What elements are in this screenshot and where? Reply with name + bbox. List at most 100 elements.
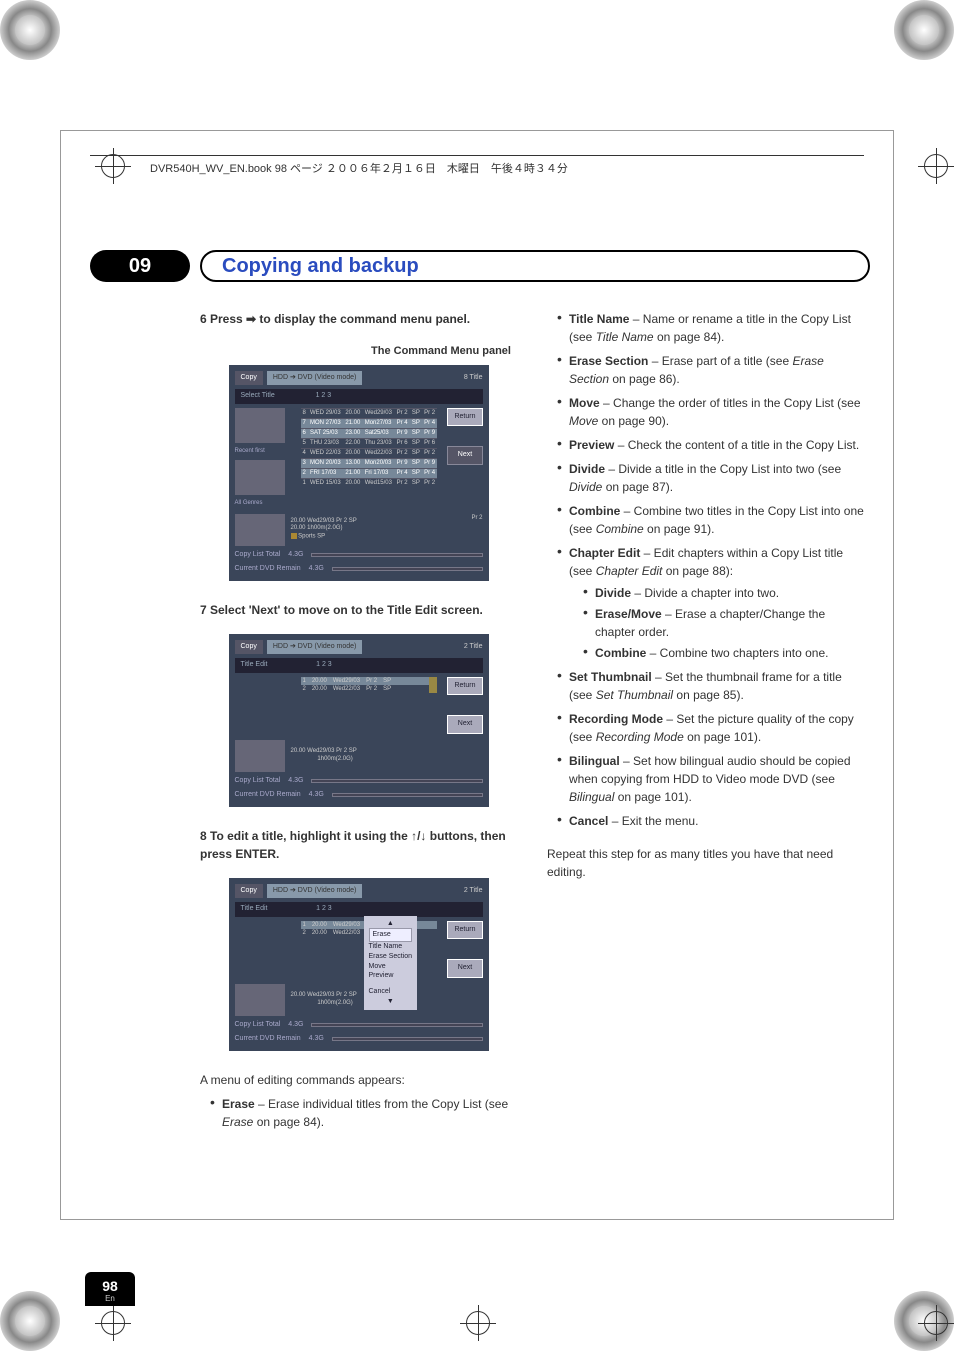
page-number: 98 En [85,1272,135,1306]
list-item: 220.00Wed22/03Pr 2SP [301,685,438,693]
return-button[interactable]: Return [447,677,482,696]
screenshot-title-edit: Copy HDD ➔ DVD (Video mode) 2 Title Titl… [229,634,489,807]
context-menu-item[interactable]: Move [369,962,413,972]
preview-thumbnail [235,984,285,1016]
dvd-remain-label: Current DVD Remain [235,1034,301,1045]
step-indicator: 1 2 3 [316,905,332,912]
titles-count: 2 Title [464,886,483,897]
footer-line: Sports SP [298,534,325,540]
screenshot-select-title: Copy HDD ➔ DVD (Video mode) 8 Title Sele… [229,365,489,581]
sub-list-item: Divide – Divide a chapter into two. [583,584,864,602]
preview-thumbnail [235,514,285,546]
preview-thumbnail [235,408,285,443]
list-item: Recording Mode – Set the picture quality… [557,710,864,746]
footer-line: 20.00 1h00m(2.0G) [291,525,357,533]
footer-duration: 1h00m(2.0G) [291,1000,357,1008]
sort-recent-first: Recent first [235,447,295,456]
footer-line: 20.00 Wed29/03 Pr 2 SP [291,518,357,526]
footer-line: 20.00 Wed29/03 Pr 2 SP [291,992,357,1000]
return-button[interactable]: Return [447,921,482,940]
titles-count: 2 Title [464,642,483,653]
next-button[interactable]: Next [447,959,482,978]
context-menu: ▲ Erase Title Name Erase Section Move Pr… [364,916,418,1010]
usage-meter [311,1023,482,1027]
left-column: 6 Press ➡ to display the command menu pa… [200,310,517,1137]
copy-tab: Copy [235,371,263,386]
usage-meter [311,779,482,783]
chapter-title-wrap: Copying and backup [200,250,870,282]
table-row: 7MON 27/0321.00Mon27/03Pr 4SPPr 4 [301,418,438,428]
copy-list-total-label: Copy List Total [235,550,281,561]
crop-mark [95,1305,131,1341]
preview-thumbnail [235,460,285,495]
step-indicator: 1 2 3 [316,661,332,668]
chapter-title: Copying and backup [222,255,419,278]
next-button[interactable]: Next [447,446,482,465]
breadcrumb-title-edit: Title Edit [241,905,268,912]
title-table: 8WED 29/0320.00Wed29/03Pr 2SPPr 2 7MON 2… [301,408,438,488]
chapter-number-badge: 09 [90,250,190,282]
mode-label: HDD ➔ DVD (Video mode) [267,640,363,655]
list-item: Move – Change the order of titles in the… [557,394,864,430]
list-item: Bilingual – Set how bilingual audio shou… [557,752,864,806]
step-indicator: 1 2 3 [316,392,332,399]
context-menu-item[interactable]: Erase Section [369,952,413,962]
sub-list-item: Erase/Move – Erase a chapter/Change the … [583,605,864,641]
list-item: Preview – Check the content of a title i… [557,436,864,454]
table-row: 3MON 20/0313.00Mon20/03Pr 9SPPr 9 [301,458,438,468]
table-row: 5THU 23/0322.00Thu 23/03Pr 6SPPr 6 [301,438,438,448]
copy-tab: Copy [235,640,263,655]
footer-pr: Pr 2 [471,514,482,523]
step-7-heading: 7 Select 'Next' to move on to the Title … [200,601,517,619]
list-item: Title Name – Name or rename a title in t… [557,310,864,346]
table-row: 8WED 29/0320.00Wed29/03Pr 2SPPr 2 [301,408,438,418]
context-menu-item[interactable]: Preview [369,971,413,981]
list-item: Erase Section – Erase part of a title (s… [557,352,864,388]
genre-icon [291,533,297,539]
titles-count: 8 Title [464,373,483,384]
list-item: Combine – Combine two titles in the Copy… [557,502,864,538]
print-registration-corner [894,0,954,60]
preview-thumbnail [235,740,285,772]
step-8-heading: 8 To edit a title, highlight it using th… [200,827,517,863]
context-menu-item[interactable]: Erase [369,928,413,942]
context-menu-item[interactable]: Cancel [369,987,413,997]
table-row: 2FRI 17/0321.00Fri 17/03Pr 4SPPr 4 [301,468,438,478]
mode-label: HDD ➔ DVD (Video mode) [267,371,363,386]
context-menu-item[interactable]: Title Name [369,942,413,952]
copy-tab: Copy [235,884,263,899]
screenshot-title-edit-menu: Copy HDD ➔ DVD (Video mode) 2 Title Titl… [229,878,489,1051]
copy-list-total-label: Copy List Total [235,1020,281,1031]
closing-text: Repeat this step for as many titles you … [547,845,864,881]
menu-intro-text: A menu of editing commands appears: [200,1071,517,1089]
list-item: Cancel – Exit the menu. [557,812,864,830]
return-button[interactable]: Return [447,408,482,427]
step-6-heading: 6 Press ➡ to display the command menu pa… [200,310,517,328]
crop-mark [918,148,954,184]
usage-meter [311,553,482,557]
filter-all-genres: All Genres [235,499,295,508]
footer-line: 20.00 Wed29/03 Pr 2 SP [291,748,357,756]
next-button[interactable]: Next [447,715,482,734]
table-row: 6SAT 25/0323.00Sat25/03Pr 9SPPr 9 [301,428,438,438]
list-item: Set Thumbnail – Set the thumbnail frame … [557,668,864,704]
table-row: 1WED 15/0320.00Wed15/03Pr 2SPPr 2 [301,478,438,488]
dvd-remain-label: Current DVD Remain [235,790,301,801]
list-item: Divide – Divide a title in the Copy List… [557,460,864,496]
usage-meter [332,793,483,797]
thumbnail-icon [429,677,437,685]
footer-duration: 1h00m(2.0G) [291,756,357,764]
sub-list-item: Combine – Combine two chapters into one. [583,644,864,662]
right-column: Title Name – Name or rename a title in t… [547,310,864,1137]
breadcrumb-select-title: Select Title [241,392,275,399]
dvd-remain-label: Current DVD Remain [235,564,301,575]
usage-meter [332,567,483,571]
mode-label: HDD ➔ DVD (Video mode) [267,884,363,899]
table-row: 4WED 22/0320.00Wed22/03Pr 2SPPr 2 [301,448,438,458]
crop-mark [460,1305,496,1341]
list-item: 120.00Wed29/03Pr 2SP [301,677,438,685]
list-item: Chapter Edit – Edit chapters within a Co… [557,544,864,662]
copy-list-total-label: Copy List Total [235,776,281,787]
book-header-text: DVR540H_WV_EN.book 98 ページ ２００６年２月１６日 木曜日… [150,160,568,176]
command-menu-panel-label: The Command Menu panel [200,343,517,360]
